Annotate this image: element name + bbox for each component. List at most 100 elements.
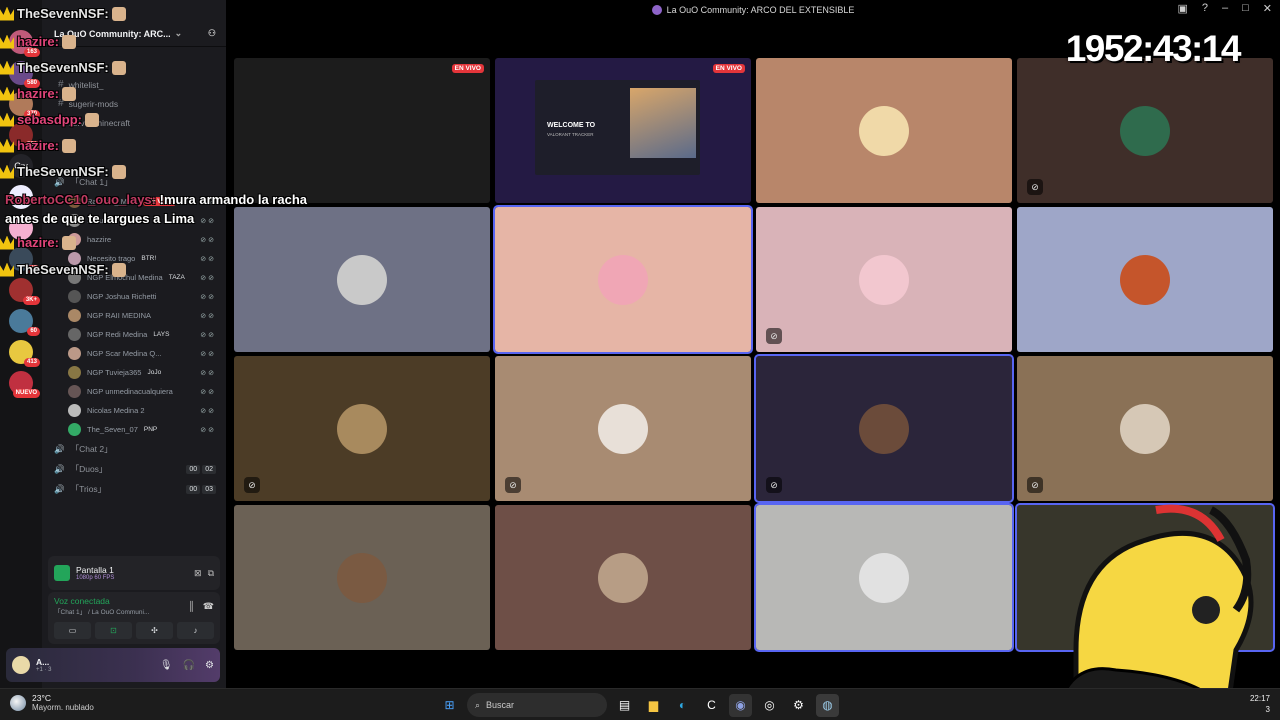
voice-status: Voz conectada <box>54 596 110 606</box>
voice-channel[interactable]: 🔊 「Trios」 00 03 <box>42 479 226 499</box>
avatar <box>68 328 81 341</box>
avatar <box>68 366 81 379</box>
welcome-text: WELCOME TO <box>547 122 596 129</box>
screen-share-button[interactable]: ⊡ <box>95 622 132 639</box>
voice-user[interactable]: NGP Scar Medina Q... ⊘⊘ <box>42 344 226 363</box>
video-tile[interactable] <box>754 503 1014 652</box>
ccleaner-icon[interactable]: C <box>700 694 723 717</box>
voice-user[interactable]: NGP Tuvieja365 JoJo ⊘⊘ <box>42 363 226 382</box>
mascot-overlay <box>1054 504 1254 720</box>
voice-channel-label: 「Chat 2」 <box>70 444 113 454</box>
voice-user[interactable]: The_Seven_07 PNP ⊘⊘ <box>42 420 226 439</box>
voice-channel-list: 🔊 「Chat 2」 🔊 「Duos」 00 02 🔊 「Trios」 00 03 <box>42 439 226 499</box>
welcome-sub: VALORANT TRACKER <box>547 132 594 137</box>
mic-muted-icon: ⊘ <box>766 328 782 344</box>
speaker-icon: 🔊 <box>54 443 65 454</box>
participant-avatar <box>598 552 648 603</box>
user-status: +1 · 3 <box>36 667 52 673</box>
stream-timer: 1952:43:14 <box>1065 28 1242 69</box>
video-tile[interactable]: ⊘ <box>495 356 751 501</box>
disconnect-icon[interactable]: ☎ <box>203 601 214 612</box>
video-tile[interactable]: ⊘ <box>1017 356 1273 501</box>
task-view-icon[interactable]: ▤ <box>613 694 636 717</box>
participant-avatar <box>859 552 909 603</box>
voice-location[interactable]: 「Chat 1」 / La OuO Communi... <box>54 606 149 616</box>
participant-avatar <box>1120 254 1170 305</box>
voice-user-name: NGP Joshua Richetti <box>87 292 157 301</box>
search-icon: ⌕ <box>475 699 481 710</box>
popout-icon[interactable]: ⧉ <box>208 568 214 579</box>
video-tile[interactable] <box>493 205 753 354</box>
emote-icon <box>61 34 76 49</box>
activities-button[interactable]: ✣ <box>136 622 173 639</box>
video-tile[interactable]: ⊘ <box>756 207 1012 352</box>
video-tile[interactable] <box>1017 207 1273 352</box>
avatar <box>68 423 81 436</box>
chat-line: hazire: <box>0 86 76 101</box>
cloud-icon <box>10 694 26 711</box>
voice-channel[interactable]: 🔊 「Duos」 00 02 <box>42 459 226 479</box>
video-tile[interactable]: WELCOME TO VALORANT TRACKER EN VIVO <box>495 58 751 203</box>
user-tag: LAYS <box>153 331 170 338</box>
signal-icon[interactable]: ║ <box>188 601 194 611</box>
weather-temp: 23°C <box>32 693 51 703</box>
voice-user[interactable]: NGP unmedinacualquiera ⊘⊘ <box>42 382 226 401</box>
video-tile[interactable]: ⊘ <box>1017 58 1273 203</box>
video-tile[interactable] <box>495 505 751 650</box>
obs-icon[interactable]: ◎ <box>758 694 781 717</box>
window-title: La OuO Community: ARCO DEL EXTENSIBLE <box>666 5 855 15</box>
title-bar: La OuO Community: ARCO DEL EXTENSIBLE ▣ … <box>226 0 1280 20</box>
steam-icon[interactable]: ◍ <box>816 693 839 717</box>
settings-icon[interactable]: ⚙ <box>787 694 810 717</box>
mic-muted-icon: ⊘ <box>505 477 521 493</box>
stop-stream-icon[interactable]: ⊠ <box>194 568 202 579</box>
camera-off-button[interactable]: ▭ <box>54 622 91 639</box>
emote-icon <box>111 6 126 21</box>
server-icon[interactable]: NUEVO <box>9 371 40 398</box>
soundboard-button[interactable]: ♪ <box>177 622 214 639</box>
inbox-icon[interactable]: ▣ <box>1177 2 1187 15</box>
voice-user-name: NGP Redi Medina <box>87 330 148 339</box>
emote-icon <box>111 262 126 277</box>
voice-channel-label: 「Trios」 <box>70 484 107 494</box>
voice-user[interactable]: Nicolas Medina 2 ⊘⊘ <box>42 401 226 420</box>
close-button[interactable]: ✕ <box>1263 2 1272 15</box>
voice-channel[interactable]: 🔊 「Chat 2」 <box>42 439 226 459</box>
headphones-icon[interactable]: 🎧 <box>183 660 195 671</box>
user-name: A... <box>36 657 50 667</box>
video-tile[interactable]: ⊘ <box>754 354 1014 503</box>
server-icon[interactable]: 60 <box>9 309 40 336</box>
windows-start-icon[interactable]: ⊞ <box>438 694 461 717</box>
user-tag: JoJo <box>147 369 162 376</box>
minimize-button[interactable]: – <box>1222 2 1228 15</box>
server-icon[interactable]: 413 <box>9 340 40 367</box>
emote-icon <box>61 138 76 153</box>
video-tile[interactable] <box>756 58 1012 203</box>
participant-avatar <box>598 254 648 305</box>
status-icons: ⊘⊘ <box>200 369 216 377</box>
voice-user[interactable]: NGP Redi Medina LAYS ⊘⊘ <box>42 325 226 344</box>
crown-icon <box>0 112 14 127</box>
clock[interactable]: 22:17 3 <box>1250 693 1270 715</box>
mic-muted-icon: ⊘ <box>766 477 782 493</box>
avatar[interactable] <box>12 656 30 674</box>
microphone-icon[interactable]: 🎙 <box>160 660 173 671</box>
discord-icon[interactable]: ◉ <box>729 693 752 717</box>
participant-avatar <box>337 552 387 603</box>
edge-icon[interactable]: ◐ <box>671 694 694 717</box>
voice-user-name: The_Seven_07 <box>87 425 138 434</box>
chat-user: TheSevenNSF: <box>17 60 109 75</box>
maximize-button[interactable]: □ <box>1242 2 1249 15</box>
participant-avatar <box>859 254 909 305</box>
weather-widget[interactable]: 23°C Mayorm. nublado <box>10 693 94 712</box>
search-input[interactable]: ⌕ Buscar <box>467 693 607 717</box>
voice-user[interactable]: NGP RAII MEDINA ⊘⊘ <box>42 306 226 325</box>
user-count: 00 02 <box>186 464 216 474</box>
file-explorer-icon[interactable]: ▆ <box>642 694 665 717</box>
status-icons: ⊘⊘ <box>200 293 216 301</box>
video-tile[interactable] <box>234 505 490 650</box>
help-icon[interactable]: ? <box>1202 2 1208 15</box>
status-icons: ⊘⊘ <box>200 350 216 358</box>
video-tile[interactable]: ⊘ <box>234 356 490 501</box>
gear-icon[interactable]: ⚙ <box>205 660 214 671</box>
